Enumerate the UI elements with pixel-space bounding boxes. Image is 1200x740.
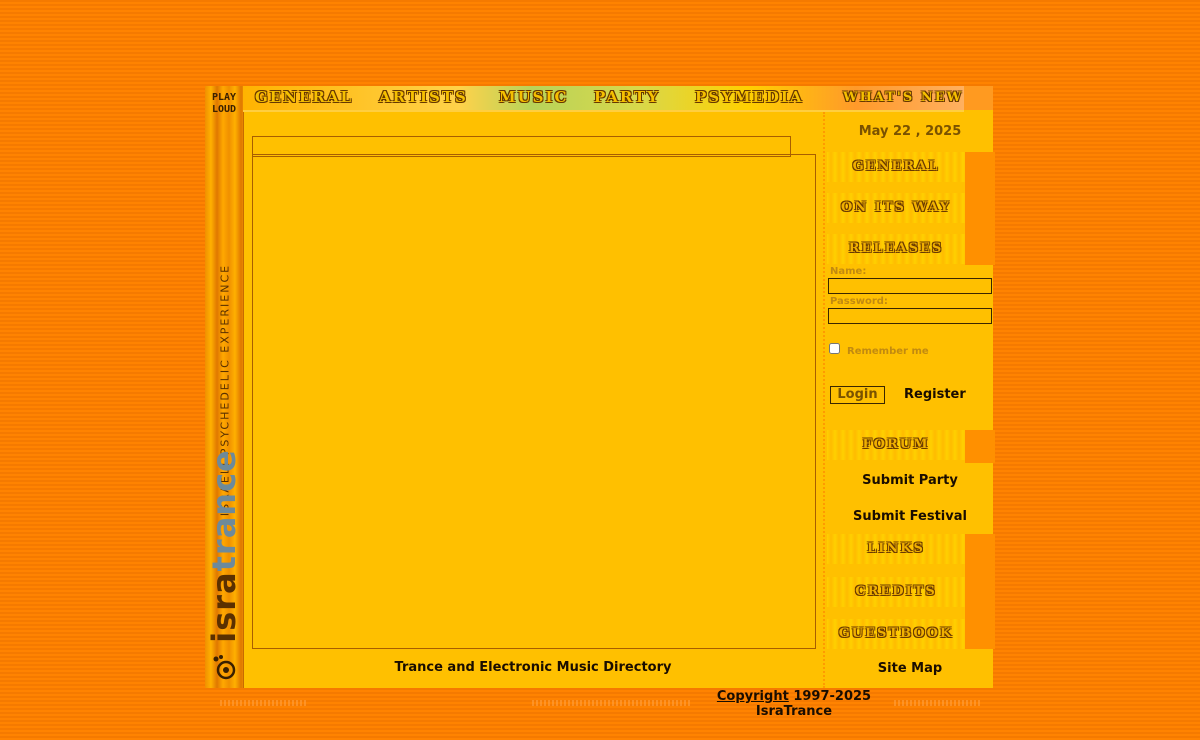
- play-loud-line-2: LOUD: [211, 104, 237, 115]
- submit-festival-link[interactable]: Submit Festival: [825, 509, 995, 524]
- dotted-divider: [532, 700, 692, 706]
- site-map-link[interactable]: Site Map: [825, 661, 995, 676]
- remember-me-label: Remember me: [847, 346, 929, 357]
- current-date: May 22 , 2025: [858, 124, 962, 139]
- login-button[interactable]: Login: [830, 386, 885, 404]
- site-logo[interactable]: isratrance: [205, 449, 243, 643]
- copyright-link[interactable]: Copyright: [717, 689, 789, 704]
- directory-footer-text: Trance and Electronic Music Directory: [394, 660, 672, 675]
- nav-music[interactable]: MUSIC: [499, 88, 568, 106]
- register-link[interactable]: Register: [904, 387, 966, 402]
- copyright-line: Copyright 1997-2025: [694, 689, 894, 704]
- sidebar-button-credits[interactable]: CREDITS: [827, 577, 965, 607]
- play-loud-badge[interactable]: PLAY LOUD: [208, 92, 240, 120]
- dotted-divider: [894, 700, 980, 706]
- nav-party[interactable]: PARTY: [594, 88, 660, 106]
- nav-artists[interactable]: ARTISTS: [379, 88, 468, 106]
- sidebar-button-general[interactable]: GENERAL: [827, 152, 965, 182]
- top-right-corner: [964, 86, 993, 110]
- sidebar-accent-block-bottom: [965, 534, 995, 649]
- logo-text-trance: trance: [205, 449, 243, 572]
- submit-party-link[interactable]: Submit Party: [825, 473, 995, 488]
- nav-psymedia[interactable]: PSYMEDIA: [695, 88, 804, 106]
- page-frame: PLAY LOUD ISRAELI PSYCHEDELIC EXPERIENCE…: [205, 86, 995, 688]
- logo-text-isra: isra: [205, 571, 243, 643]
- play-loud-line-1: PLAY: [211, 92, 237, 103]
- left-logo-strip: PLAY LOUD ISRAELI PSYCHEDELIC EXPERIENCE…: [205, 86, 244, 688]
- name-label: Name:: [830, 266, 867, 277]
- sidebar-button-links[interactable]: LINKS: [827, 534, 965, 564]
- copyright-years: 1997-2025: [788, 689, 872, 704]
- dotted-divider: [220, 700, 308, 706]
- sidebar-button-guestbook[interactable]: GUESTBOOK: [827, 619, 965, 649]
- sidebar-button-releases[interactable]: RELEASES: [827, 234, 965, 264]
- nav-whats-new[interactable]: WHAT'S NEW: [843, 90, 963, 105]
- main-content-area: [252, 154, 816, 649]
- copyright-footer: Copyright 1997-2025 IsraTrance: [694, 689, 894, 719]
- nav-general[interactable]: GENERAL: [255, 88, 353, 106]
- password-label: Password:: [830, 296, 888, 307]
- top-navigation: GENERAL ARTISTS MUSIC PARTY PSYMEDIA WHA…: [243, 86, 964, 112]
- sidebar-button-on-its-way[interactable]: ON ITS WAY: [827, 193, 965, 223]
- remember-me-checkbox[interactable]: [829, 343, 840, 354]
- logo-swirl-icon: [213, 655, 236, 680]
- sidebar-button-forum[interactable]: FORUM: [827, 430, 965, 460]
- sidebar-accent-block-top: [965, 152, 995, 265]
- right-sidebar: May 22 , 2025 GENERAL ON ITS WAY RELEASE…: [823, 112, 995, 688]
- name-input[interactable]: [828, 278, 992, 294]
- password-input[interactable]: [828, 308, 992, 324]
- sidebar-accent-block-forum: [965, 430, 995, 463]
- copyright-owner: IsraTrance: [755, 704, 833, 719]
